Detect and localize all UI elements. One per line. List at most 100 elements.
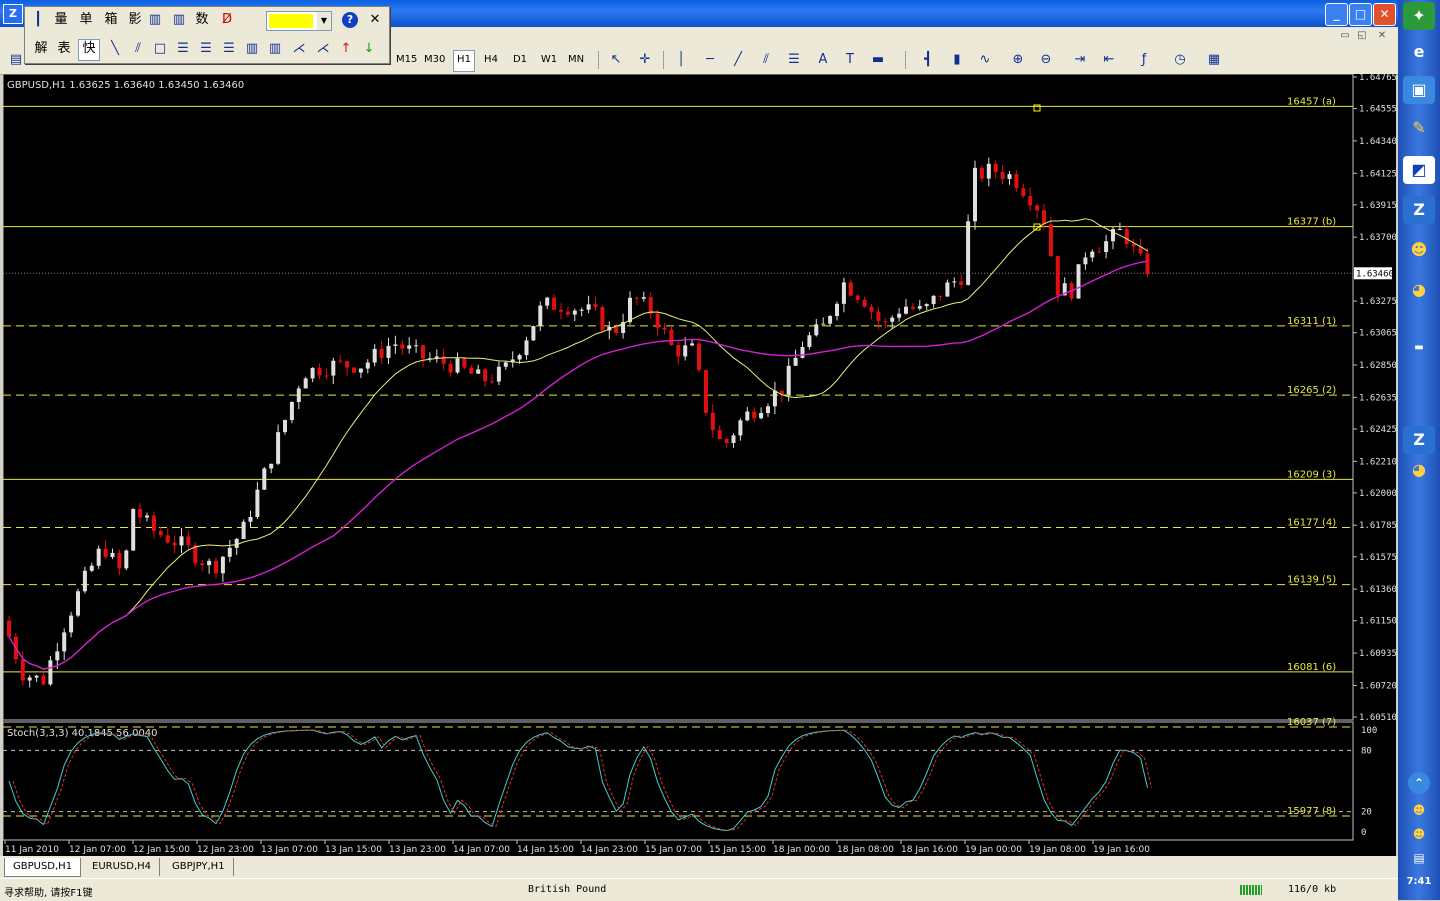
- close-button[interactable]: ✕: [1373, 3, 1396, 26]
- line-chart-icon[interactable]: ∿: [975, 50, 995, 70]
- chevron-up-icon[interactable]: ⌃: [1408, 772, 1430, 794]
- tool-ying[interactable]: 影: [125, 10, 145, 30]
- gann-tool-icon[interactable]: ▥: [265, 39, 285, 59]
- candles-tool-icon[interactable]: ┃: [28, 10, 48, 30]
- time-tick-label: 15 Jan 15:00: [709, 845, 766, 855]
- tf-m30[interactable]: M30: [424, 50, 445, 70]
- help-icon[interactable]: ?: [342, 12, 358, 28]
- zoom-out-icon[interactable]: ⊖: [1036, 50, 1056, 70]
- chart-shift-icon[interactable]: ⇤: [1099, 50, 1119, 70]
- text-label-icon[interactable]: T: [840, 50, 860, 70]
- parallel-tool-icon[interactable]: ⫽: [128, 39, 148, 59]
- line-tool-icon[interactable]: ╲: [105, 39, 125, 59]
- tool-xiang[interactable]: 箱: [101, 10, 121, 30]
- color-picker[interactable]: ▼: [266, 11, 332, 31]
- tool-kuai[interactable]: 快: [78, 39, 100, 61]
- ie-icon[interactable]: e: [1403, 38, 1435, 66]
- indicators-icon[interactable]: ƒ: [1134, 50, 1154, 70]
- tool-shu[interactable]: 数: [192, 10, 212, 30]
- bars-tool-icon[interactable]: ▥: [145, 10, 165, 30]
- candle-body: [483, 369, 488, 382]
- vertical-line-icon[interactable]: │: [671, 50, 691, 70]
- clear-tool-icon[interactable]: D̸: [217, 10, 237, 30]
- candle-body: [952, 281, 957, 283]
- time-tick-label: 18 Jan 08:00: [837, 845, 894, 855]
- tf-h4[interactable]: H4: [481, 50, 501, 70]
- tf-h1[interactable]: H1: [453, 50, 475, 72]
- fib-ext-tool-icon[interactable]: ☰: [196, 39, 216, 59]
- templates-icon[interactable]: ▦: [1204, 50, 1224, 70]
- periods-icon[interactable]: ◷: [1170, 50, 1190, 70]
- chart-area[interactable]: 1.64765 1.64555 1.64340 1.64125 1.63915 1.637…: [2, 73, 1397, 856]
- maximize-button[interactable]: □: [1349, 3, 1372, 26]
- price-tick-label: 1.63915: [1359, 201, 1396, 211]
- fib-time-tool-icon[interactable]: ☰: [219, 39, 239, 59]
- grid-icon[interactable]: ◩: [1403, 156, 1435, 184]
- child-minimize-button[interactable]: ▭: [1338, 29, 1352, 43]
- pitchfork-tool-icon[interactable]: ⋌: [289, 39, 309, 59]
- horizontal-line-icon[interactable]: ─: [700, 50, 720, 70]
- tool-jie[interactable]: 解: [31, 39, 51, 59]
- zhida-icon[interactable]: Z: [1403, 196, 1435, 224]
- candle-body: [393, 344, 398, 346]
- cycle-tool-icon[interactable]: ▥: [242, 39, 262, 59]
- zoom-in-icon[interactable]: ⊕: [1008, 50, 1028, 70]
- candle-body: [331, 360, 336, 376]
- price-tick-label: 1.63065: [1359, 329, 1396, 339]
- tool-liang[interactable]: 量: [51, 10, 71, 30]
- tab-eurusd-h4[interactable]: EURUSD,H4: [84, 858, 161, 876]
- rectangle-tool-icon[interactable]: □: [150, 39, 170, 59]
- arrow-up-icon[interactable]: ↑: [336, 39, 356, 59]
- autoscroll-icon[interactable]: ⇥: [1070, 50, 1090, 70]
- tab-gbpjpy-h1[interactable]: GBPJPY,H1: [164, 858, 234, 876]
- close-icon[interactable]: ✕: [365, 10, 385, 30]
- cursor-icon[interactable]: ↖: [606, 50, 626, 70]
- fibonacci-icon[interactable]: ☰: [784, 50, 804, 70]
- minimize-button[interactable]: _: [1325, 3, 1348, 26]
- chevron-down-icon[interactable]: ▼: [317, 12, 331, 30]
- level-label: 16209 (3): [1287, 469, 1336, 480]
- time-tick-label: 12 Jan 15:00: [133, 845, 190, 855]
- bar-chart-icon[interactable]: ┫: [918, 50, 938, 70]
- document-icon[interactable]: ▣: [1403, 76, 1435, 104]
- candle-body: [655, 313, 660, 328]
- zhida-small-icon[interactable]: Z: [1403, 426, 1435, 454]
- new-chart-icon[interactable]: ▤: [6, 50, 26, 70]
- tf-m15[interactable]: M15: [396, 50, 417, 70]
- candle-body: [979, 167, 984, 179]
- tf-w1[interactable]: W1: [539, 50, 559, 70]
- candle-body: [289, 401, 294, 421]
- price-tick-label: 1.64765: [1359, 74, 1396, 83]
- tray-app-icon[interactable]: ◕: [1403, 456, 1435, 484]
- tool-biao[interactable]: 表: [54, 39, 74, 59]
- arrow-down-icon[interactable]: ↓: [359, 39, 379, 59]
- trendline-icon[interactable]: ╱: [728, 50, 748, 70]
- fib-tool-icon[interactable]: ☰: [173, 39, 193, 59]
- brushes-icon[interactable]: ✎: [1403, 114, 1435, 142]
- tf-mn[interactable]: MN: [566, 50, 586, 70]
- qq-icon[interactable]: ☻: [1403, 236, 1435, 264]
- level-label: 16139 (5): [1287, 575, 1336, 586]
- arrow-shape-icon[interactable]: ▬: [868, 50, 888, 70]
- keyboard-icon[interactable]: ▬: [1403, 334, 1435, 362]
- tab-gbpusd-h1[interactable]: GBPUSD,H1: [4, 858, 82, 877]
- candle-body: [372, 348, 377, 363]
- child-close-button[interactable]: ✕: [1375, 29, 1389, 43]
- candle-body: [138, 509, 143, 518]
- fan-tool-icon[interactable]: ⋌: [313, 39, 333, 59]
- channel-icon[interactable]: ⫽: [756, 50, 776, 70]
- windows-icon[interactable]: ✦: [1403, 2, 1435, 30]
- tool-dan[interactable]: 单: [76, 10, 96, 30]
- tf-d1[interactable]: D1: [510, 50, 530, 70]
- price-tick-label: 1.60720: [1359, 681, 1396, 691]
- candle-body: [634, 297, 639, 299]
- time-tick-label: 19 Jan 00:00: [965, 845, 1022, 855]
- child-restore-button[interactable]: ◱: [1355, 29, 1369, 43]
- histogram-tool-icon[interactable]: ▥: [169, 10, 189, 30]
- candle-body: [407, 345, 412, 349]
- price-chart[interactable]: 1.64765 1.64555 1.64340 1.64125 1.63915 1.637…: [2, 73, 1397, 856]
- text-icon[interactable]: A: [813, 50, 833, 70]
- crosshair-icon[interactable]: ✛: [635, 50, 655, 70]
- candlestick-icon[interactable]: ▮: [947, 50, 967, 70]
- app-icon-s[interactable]: ◕: [1403, 276, 1435, 304]
